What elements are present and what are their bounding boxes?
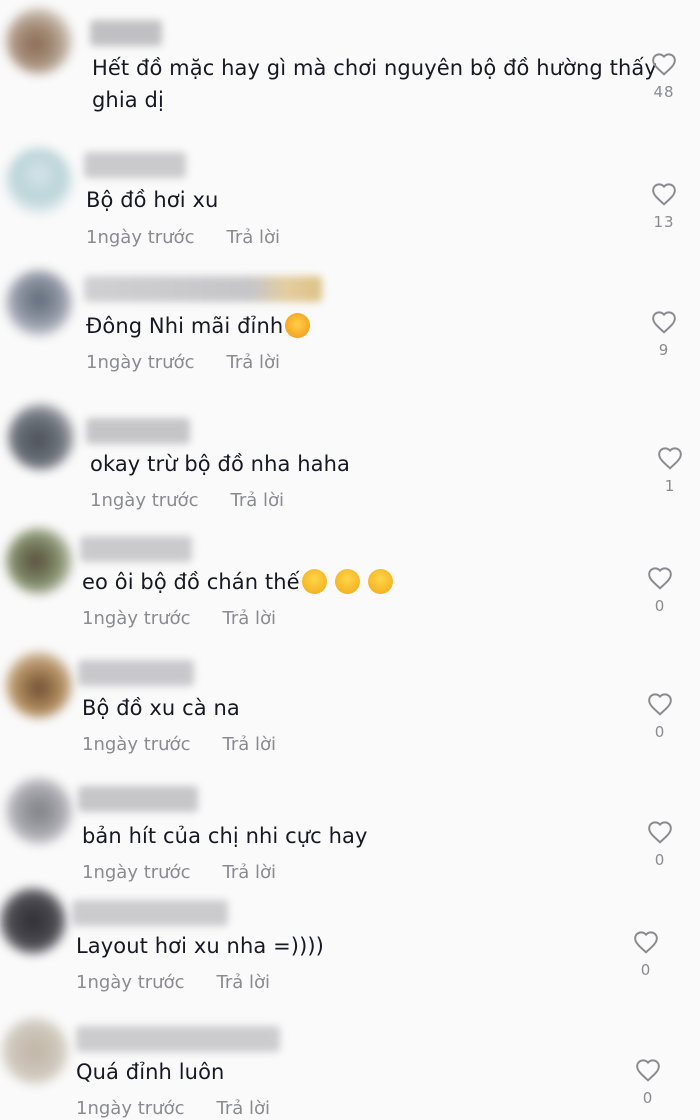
comment-item: Hết đồ mặc hay gì mà chơi nguyên bộ đồ h…	[0, 0, 700, 135]
comment-time: 1ngày trước	[76, 972, 185, 993]
avatar[interactable]	[6, 8, 72, 74]
comment-item: okay trừ bộ đồ nha haha 1ngày trước Trả l…	[0, 400, 700, 520]
comment-text: Đông Nhi mãi đỉnh	[86, 310, 311, 342]
heart-outline-icon	[652, 183, 676, 206]
heart-outline-icon	[658, 447, 682, 470]
face-with-tears-of-joy-icon	[301, 569, 327, 594]
like-button[interactable]: 1	[650, 446, 690, 495]
comment-item: Bộ đồ hơi xu 1ngày trước Trả lời 13	[0, 140, 700, 260]
reply-button[interactable]: Trả lời	[216, 972, 270, 993]
comment-text: bản hít của chị nhi cực hay	[82, 824, 368, 848]
like-count: 0	[640, 961, 652, 979]
like-count: 1	[664, 477, 676, 495]
comment-text: Bộ đồ hơi xu	[86, 188, 219, 212]
comment-text: Hết đồ mặc hay gì mà chơi nguyên bộ đồ h…	[92, 56, 657, 80]
smiling-face-with-hearts-icon	[285, 313, 311, 338]
comment-time: 1ngày trước	[90, 490, 199, 511]
reply-button[interactable]: Trả lời	[216, 1098, 270, 1119]
comment-text: okay trừ bộ đồ nha haha	[90, 452, 350, 476]
heart-outline-icon	[648, 693, 672, 716]
comment-text-content: eo ôi bộ đồ chán thế	[82, 570, 300, 594]
comment-meta: 1ngày trước Trả lời	[86, 227, 280, 248]
like-button[interactable]: 48	[644, 52, 684, 101]
comment-meta: 1ngày trước Trả lời	[86, 352, 280, 373]
comment-item: Đông Nhi mãi đỉnh 1ngày trước Trả lời 9	[0, 262, 700, 392]
avatar[interactable]	[6, 270, 72, 336]
comment-meta: 1ngày trước Trả lời	[82, 608, 276, 629]
comment-meta: 1ngày trước Trả lời	[82, 862, 276, 883]
comment-item: Layout hơi xu nha =)))) 1ngày trước Trả l…	[0, 886, 700, 1010]
heart-outline-icon	[652, 311, 676, 334]
face-with-tears-of-joy-icon	[367, 569, 393, 594]
avatar[interactable]	[6, 778, 72, 844]
avatar[interactable]	[6, 528, 72, 594]
comment-time: 1ngày trước	[86, 227, 195, 248]
avatar[interactable]	[6, 652, 72, 718]
username[interactable]	[90, 20, 162, 46]
face-with-tears-of-joy-icon	[334, 569, 360, 594]
reply-button[interactable]: Trả lời	[222, 608, 276, 629]
username[interactable]	[78, 786, 198, 812]
like-count: 9	[658, 341, 670, 359]
heart-outline-icon	[652, 53, 676, 76]
avatar[interactable]	[6, 148, 72, 214]
comment-text: ghia dị	[92, 88, 164, 112]
comment-time: 1ngày trước	[82, 608, 191, 629]
comment-time: 1ngày trước	[76, 1098, 185, 1119]
reply-button[interactable]: Trả lời	[226, 352, 280, 373]
comment-time: 1ngày trước	[82, 862, 191, 883]
reply-button[interactable]: Trả lời	[222, 862, 276, 883]
comment-text-content: Đông Nhi mãi đỉnh	[86, 314, 284, 338]
reply-button[interactable]: Trả lời	[222, 734, 276, 755]
like-count: 13	[653, 213, 675, 231]
like-button[interactable]: 0	[626, 930, 666, 979]
heart-outline-icon	[634, 931, 658, 954]
comment-text: Layout hơi xu nha =))))	[76, 934, 324, 958]
like-button[interactable]: 9	[644, 310, 684, 359]
reply-button[interactable]: Trả lời	[230, 490, 284, 511]
heart-outline-icon	[648, 821, 672, 844]
avatar[interactable]	[2, 1018, 68, 1084]
like-button[interactable]: 0	[628, 1058, 668, 1107]
comment-text: eo ôi bộ đồ chán thế	[82, 566, 393, 598]
username[interactable]	[84, 276, 322, 302]
username[interactable]	[84, 152, 186, 178]
comment-meta: 1ngày trước Trả lời	[82, 734, 276, 755]
like-button[interactable]: 0	[640, 566, 680, 615]
heart-outline-icon	[648, 567, 672, 590]
heart-outline-icon	[636, 1059, 660, 1082]
comment-time: 1ngày trước	[82, 734, 191, 755]
like-button[interactable]: 0	[640, 692, 680, 741]
like-count: 48	[653, 83, 675, 101]
username[interactable]	[86, 418, 190, 444]
comment-meta: 1ngày trước Trả lời	[90, 490, 284, 511]
comment-time: 1ngày trước	[86, 352, 195, 373]
like-button[interactable]: 0	[640, 820, 680, 869]
like-count: 0	[654, 851, 666, 869]
comment-text: Quá đỉnh luôn	[76, 1060, 225, 1084]
comment-item: Bộ đồ xu cà na 1ngày trước Trả lời 0	[0, 648, 700, 770]
comment-meta: 1ngày trước Trả lời	[76, 1098, 270, 1119]
username[interactable]	[78, 660, 194, 686]
comment-item: eo ôi bộ đồ chán thế 1ngày trước Trả lời …	[0, 522, 700, 644]
avatar[interactable]	[0, 888, 66, 954]
username[interactable]	[76, 1026, 280, 1052]
comment-item: bản hít của chị nhi cực hay 1ngày trước T…	[0, 776, 700, 898]
like-count: 0	[642, 1089, 654, 1107]
avatar[interactable]	[8, 404, 74, 470]
comment-meta: 1ngày trước Trả lời	[76, 972, 270, 993]
comment-text: Bộ đồ xu cà na	[82, 696, 240, 720]
reply-button[interactable]: Trả lời	[226, 227, 280, 248]
username[interactable]	[72, 900, 228, 926]
like-count: 0	[654, 597, 666, 615]
username[interactable]	[80, 536, 192, 562]
comment-item: Quá đỉnh luôn 1ngày trước Trả lời 0	[0, 1014, 700, 1120]
like-count: 0	[654, 723, 666, 741]
like-button[interactable]: 13	[644, 182, 684, 231]
